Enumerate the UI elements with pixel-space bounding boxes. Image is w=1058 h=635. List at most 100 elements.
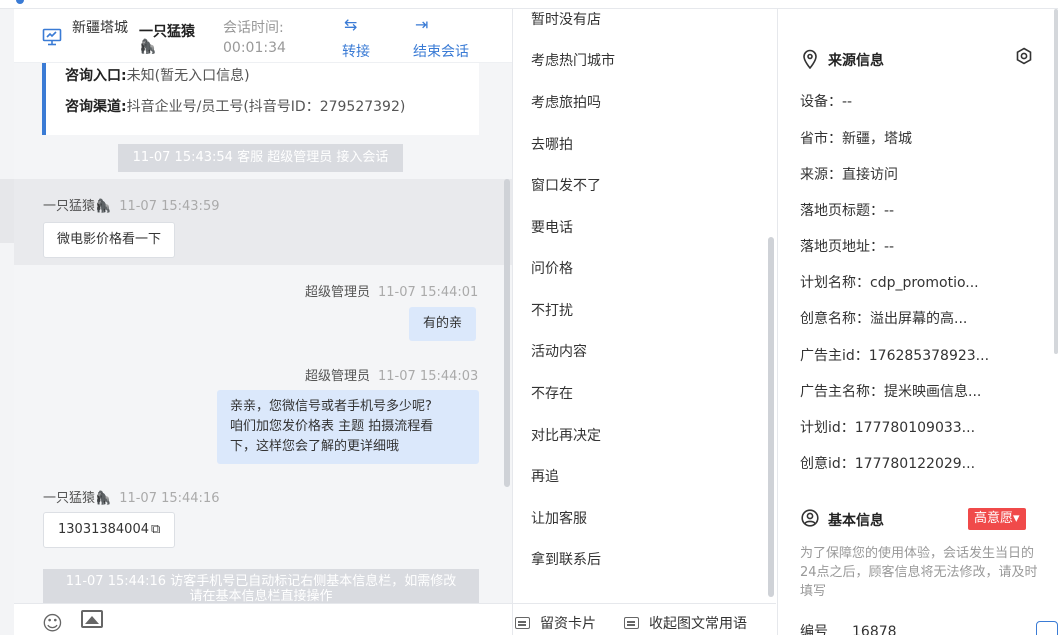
chat-panel: 新疆塔城 一只猛猿 🦍 会话时间: 00:01:34 ⇆ 转接 ⇥ 结束会话 咨…	[14, 9, 513, 635]
phrase-item[interactable]: 要电话	[531, 217, 573, 237]
source-info-row: 计划名称：cdp_promotio...	[800, 275, 979, 291]
source-info-row: 创意名称：溢出屏幕的高...	[800, 311, 968, 327]
inquiry-channel: 咨询渠道:抖音企业号/员工号(抖音号ID：279527392)	[65, 96, 405, 116]
phrase-item[interactable]: 考虑旅拍吗	[531, 92, 601, 112]
session-time-value: 00:01:34	[223, 40, 286, 56]
exit-icon: ⇥	[415, 15, 429, 34]
floating-tool-icon[interactable]	[1036, 621, 1058, 635]
source-info-title: 来源信息	[828, 53, 884, 69]
location-pin-icon	[803, 49, 817, 69]
phrase-item[interactable]: 暂时没有店	[531, 9, 601, 29]
customer-id-label: 编号	[800, 624, 828, 635]
phrase-item[interactable]: 对比再决定	[531, 425, 601, 445]
phrase-item[interactable]: 让加客服	[531, 508, 587, 528]
agent-message-bubble[interactable]: 亲亲，您微信号或者手机号多少呢? 咱们加您发价格表 主题 拍摄流程看 下，这样您…	[217, 390, 479, 464]
session-time-label: 会话时间:	[223, 20, 284, 36]
sender-name: 超级管理员	[305, 369, 371, 384]
phrases-scrollbar[interactable]	[768, 237, 774, 597]
phrase-item[interactable]: 拿到联系后	[531, 549, 601, 569]
phrase-item[interactable]: 不打扰	[531, 300, 573, 320]
message-line: 下，这样您会了解的更详细哦	[230, 439, 400, 454]
monitor-icon	[42, 28, 62, 46]
source-info-row: 创意id：177780122029...	[800, 456, 976, 472]
message-meta: 一只猛猿🦍 11-07 15:43:59	[43, 195, 219, 214]
image-icon[interactable]	[81, 610, 103, 628]
message-time: 11-07 15:44:03	[378, 369, 479, 384]
visitor-message-bubble[interactable]: 微电影价格看一下	[43, 222, 176, 258]
user-circle-icon	[801, 509, 819, 527]
inquiry-entry: 咨询入口:未知(暂无入口信息)	[65, 65, 250, 85]
phrase-item[interactable]: 问价格	[531, 258, 573, 278]
source-info-row: 设备：--	[800, 94, 853, 110]
chat-toolbar: ☺	[14, 603, 512, 635]
sender-name: 一只猛猿🦍	[43, 491, 112, 506]
inquiry-entry-value: 未知(暂无入口信息)	[126, 68, 250, 84]
top-strip	[0, 0, 1058, 9]
intent-badge[interactable]: 高意愿▾	[968, 508, 1026, 530]
source-info-row: 广告主id：176285378923...	[800, 348, 990, 364]
inquiry-card: 咨询入口:未知(暂无入口信息) 咨询渠道:抖音企业号/员工号(抖音号ID：279…	[42, 63, 479, 135]
end-session-label: 结束会话	[413, 44, 469, 60]
edit-notice: 为了保障您的使用体验，会话发生当日的24点之后，顾客信息将无法修改，请及时填写	[800, 546, 1038, 599]
inquiry-entry-label: 咨询入口:	[65, 68, 127, 84]
message-line: 亲亲，您微信号或者手机号多少呢?	[230, 399, 432, 414]
emoji-icon[interactable]: ☺	[42, 611, 63, 635]
quick-phrases-panel: 暂时没有店 考虑热门城市 考虑旅拍吗 去哪拍 窗口发不了 要电话 问价格 不打扰…	[513, 9, 776, 603]
inquiry-channel-value: 抖音企业号/员工号(抖音号ID：279527392)	[126, 99, 406, 115]
phrase-item[interactable]: 不存在	[531, 383, 573, 403]
phrase-item[interactable]: 活动内容	[531, 341, 587, 361]
source-info-row: 省市：新疆，塔城	[800, 131, 912, 147]
customer-info-panel: 来源信息 设备：-- 省市：新疆，塔城 来源：直接访问 落地页标题：-- 落地页…	[777, 9, 1058, 635]
source-info-row: 落地页地址：--	[800, 239, 895, 255]
system-message: 11-07 15:43:54 客服 超级管理员 接入会话	[118, 144, 403, 172]
visitor-message-bubble[interactable]: 13031384004 ⧉	[43, 512, 176, 548]
phrases-toolbar: 留资卡片 收起图文常用语	[513, 603, 776, 635]
settings-icon[interactable]	[1015, 47, 1033, 65]
phrase-item[interactable]: 去哪拍	[531, 134, 573, 154]
card-icon	[515, 617, 530, 629]
visitor-location: 新疆塔城	[72, 20, 128, 36]
copy-icon[interactable]: ⧉	[151, 522, 160, 537]
source-info-row: 落地页标题：--	[800, 203, 895, 219]
phone-number-text: 13031384004	[58, 522, 149, 537]
visitor-name: 一只猛猿	[139, 24, 195, 40]
chat-scrollbar[interactable]	[504, 179, 510, 487]
system-message-line: 请在基本信息栏直接操作	[189, 589, 333, 604]
source-info-row: 计划id：177780109033...	[800, 420, 976, 436]
transfer-button[interactable]: ⇆ 转接	[342, 15, 382, 61]
transfer-label: 转接	[342, 44, 370, 60]
phrases-icon	[624, 617, 639, 629]
phrase-item[interactable]: 考虑热门城市	[531, 50, 615, 70]
app-logo-fragment	[16, 0, 24, 4]
agent-message-bubble[interactable]: 有的亲	[409, 307, 477, 341]
message-time: 11-07 15:44:16	[119, 491, 220, 506]
end-session-button[interactable]: ⇥ 结束会话	[413, 15, 469, 61]
visitor-avatar-emoji: 🦍	[139, 39, 157, 55]
collapse-phrases-button[interactable]: 收起图文常用语	[624, 613, 747, 633]
inquiry-channel-label: 咨询渠道:	[65, 99, 127, 115]
left-nav-edge	[0, 9, 14, 635]
message-meta: 超级管理员 11-07 15:44:01	[305, 281, 478, 300]
customer-id-row: 编号 16878	[800, 621, 897, 635]
system-message-line: 11-07 15:44:16 访客手机号已自动标记右侧基本信息栏，如需修改	[65, 574, 457, 589]
info-scrollbar[interactable]	[1054, 9, 1058, 354]
source-info-row: 来源：直接访问	[800, 167, 898, 183]
chat-header: 新疆塔城 一只猛猿 🦍 会话时间: 00:01:34 ⇆ 转接 ⇥ 结束会话	[14, 9, 512, 63]
message-line: 咱们加您发价格表 主题 拍摄流程看	[230, 419, 434, 434]
message-time: 11-07 15:44:01	[378, 285, 479, 300]
message-meta: 超级管理员 11-07 15:44:03	[305, 365, 478, 384]
customer-id-value: 16878	[852, 624, 897, 635]
transfer-icon: ⇆	[344, 15, 358, 34]
source-info-row: 广告主名称：提米映画信息...	[800, 384, 982, 400]
collapse-phrases-label: 收起图文常用语	[649, 616, 747, 632]
basic-info-title: 基本信息	[828, 513, 884, 529]
message-time: 11-07 15:43:59	[119, 199, 220, 214]
phrase-item[interactable]: 再追	[531, 466, 559, 486]
lead-card-button[interactable]: 留资卡片	[515, 613, 596, 633]
sender-name: 超级管理员	[305, 285, 371, 300]
lead-card-label: 留资卡片	[540, 616, 596, 632]
left-nav-tab[interactable]	[0, 179, 14, 243]
message-meta: 一只猛猿🦍 11-07 15:44:16	[43, 487, 219, 506]
phrase-item[interactable]: 窗口发不了	[531, 175, 601, 195]
sender-name: 一只猛猿🦍	[43, 199, 112, 214]
